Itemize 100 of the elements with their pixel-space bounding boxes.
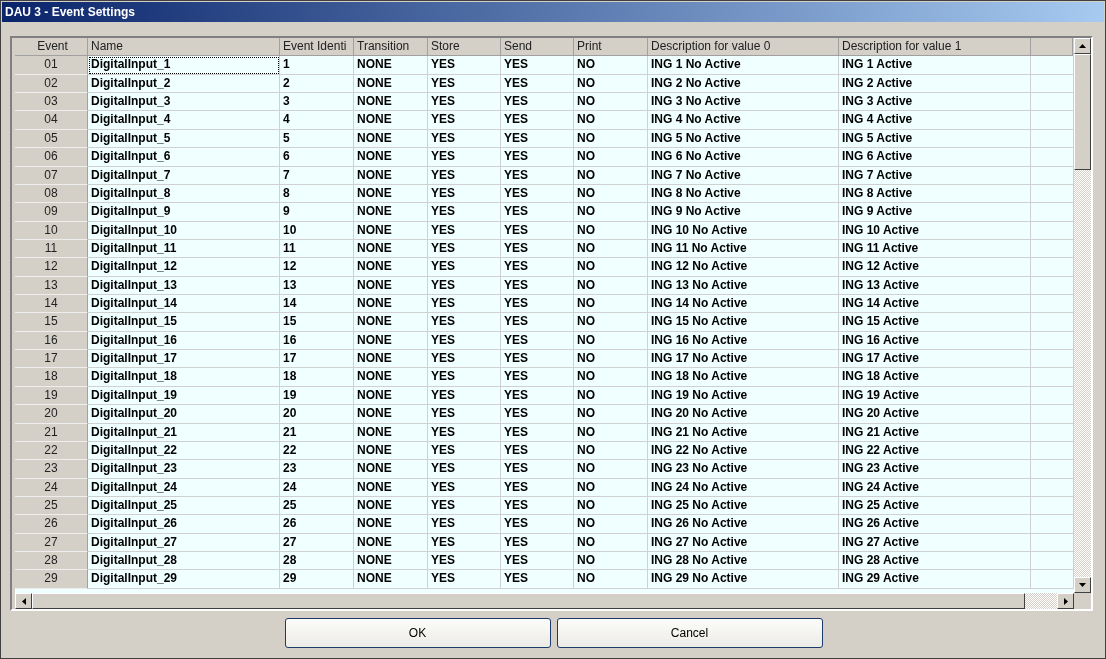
table-cell[interactable]: DigitalInput_20 [88, 405, 280, 424]
row-header-cell[interactable]: 15 [15, 313, 88, 332]
table-cell[interactable]: YES [501, 405, 574, 424]
table-cell[interactable]: YES [428, 93, 501, 112]
table-cell[interactable]: ING 4 Active [839, 111, 1031, 130]
table-cell[interactable]: NONE [354, 258, 428, 277]
table-cell[interactable]: YES [428, 405, 501, 424]
table-cell[interactable]: YES [501, 313, 574, 332]
table-cell[interactable]: 29 [280, 570, 354, 589]
row-header-cell[interactable]: 17 [15, 350, 88, 369]
table-cell[interactable]: NONE [354, 313, 428, 332]
table-cell[interactable]: NO [574, 552, 648, 571]
table-cell[interactable]: 12 [280, 258, 354, 277]
table-cell[interactable]: ING 3 Active [839, 93, 1031, 112]
table-cell[interactable]: YES [501, 203, 574, 222]
row-header-cell[interactable]: 09 [15, 203, 88, 222]
table-cell[interactable]: ING 15 No Active [648, 313, 839, 332]
table-cell[interactable]: YES [501, 570, 574, 589]
table-cell[interactable]: 20 [280, 405, 354, 424]
table-cell[interactable]: NO [574, 515, 648, 534]
table-cell[interactable]: ING 29 No Active [648, 570, 839, 589]
table-cell[interactable]: YES [501, 552, 574, 571]
table-cell[interactable]: YES [501, 148, 574, 167]
table-cell[interactable]: ING 23 No Active [648, 460, 839, 479]
table-cell[interactable]: YES [501, 515, 574, 534]
row-header-cell[interactable]: 12 [15, 258, 88, 277]
row-header-cell[interactable]: 04 [15, 111, 88, 130]
table-cell[interactable]: NONE [354, 56, 428, 75]
table-cell[interactable]: NONE [354, 203, 428, 222]
column-header[interactable]: Description for value 1 [839, 38, 1031, 57]
table-cell[interactable]: YES [428, 570, 501, 589]
table-cell[interactable]: 6 [280, 148, 354, 167]
table-cell[interactable]: YES [501, 111, 574, 130]
column-header[interactable]: Event Identi [280, 38, 354, 57]
table-cell[interactable]: YES [428, 368, 501, 387]
scroll-right-button[interactable] [1057, 593, 1074, 609]
scroll-thumb[interactable] [32, 593, 1025, 609]
table-cell[interactable]: 26 [280, 515, 354, 534]
table-cell[interactable]: NO [574, 111, 648, 130]
scroll-down-button[interactable] [1074, 577, 1091, 593]
table-cell[interactable]: NONE [354, 405, 428, 424]
row-header-cell[interactable]: 29 [15, 570, 88, 589]
table-cell[interactable]: DigitalInput_12 [88, 258, 280, 277]
table-cell[interactable]: YES [501, 258, 574, 277]
column-header[interactable]: Store [428, 38, 501, 57]
column-header[interactable]: Print [574, 38, 648, 57]
table-cell[interactable]: YES [501, 368, 574, 387]
table-cell[interactable]: 17 [280, 350, 354, 369]
table-cell[interactable]: DigitalInput_4 [88, 111, 280, 130]
table-cell[interactable]: YES [501, 56, 574, 75]
table-cell[interactable]: NONE [354, 368, 428, 387]
table-cell[interactable]: YES [428, 111, 501, 130]
table-cell[interactable]: NO [574, 295, 648, 314]
row-header-cell[interactable]: 01 [15, 56, 88, 75]
table-cell[interactable]: DigitalInput_14 [88, 295, 280, 314]
table-cell[interactable]: NONE [354, 515, 428, 534]
row-header-cell[interactable]: 03 [15, 93, 88, 112]
table-cell[interactable]: YES [501, 460, 574, 479]
cancel-button[interactable]: Cancel [556, 618, 823, 648]
table-cell[interactable]: DigitalInput_9 [88, 203, 280, 222]
table-cell[interactable]: NO [574, 258, 648, 277]
table-cell[interactable]: ING 26 No Active [648, 515, 839, 534]
table-cell[interactable]: ING 17 Active [839, 350, 1031, 369]
table-cell[interactable]: YES [428, 56, 501, 75]
ok-button[interactable]: OK [284, 618, 551, 648]
table-cell[interactable]: DigitalInput_1 [88, 56, 280, 75]
table-cell[interactable]: YES [501, 295, 574, 314]
table-cell[interactable]: NO [574, 368, 648, 387]
table-cell[interactable]: ING 28 No Active [648, 552, 839, 571]
table-cell[interactable]: ING 12 Active [839, 258, 1031, 277]
table-cell[interactable]: 1 [280, 56, 354, 75]
table-cell[interactable]: YES [501, 350, 574, 369]
table-cell[interactable]: DigitalInput_23 [88, 460, 280, 479]
table-cell[interactable]: ING 18 No Active [648, 368, 839, 387]
table-cell[interactable]: ING 18 Active [839, 368, 1031, 387]
table-cell[interactable]: ING 20 Active [839, 405, 1031, 424]
table-cell[interactable]: NONE [354, 148, 428, 167]
table-cell[interactable]: ING 17 No Active [648, 350, 839, 369]
table-cell[interactable]: DigitalInput_15 [88, 313, 280, 332]
column-header[interactable]: Description for value 0 [648, 38, 839, 57]
row-header-cell[interactable]: 28 [15, 552, 88, 571]
table-cell[interactable]: ING 14 No Active [648, 295, 839, 314]
table-cell[interactable]: ING 6 Active [839, 148, 1031, 167]
table-cell[interactable]: NO [574, 203, 648, 222]
table-cell[interactable]: DigitalInput_29 [88, 570, 280, 589]
scroll-up-button[interactable] [1074, 38, 1091, 54]
table-cell[interactable]: YES [428, 258, 501, 277]
table-cell[interactable]: DigitalInput_6 [88, 148, 280, 167]
column-header[interactable]: Name [88, 38, 280, 57]
table-cell[interactable]: YES [428, 552, 501, 571]
table-cell[interactable]: YES [428, 203, 501, 222]
table-cell[interactable]: NONE [354, 295, 428, 314]
table-cell[interactable]: ING 4 No Active [648, 111, 839, 130]
table-cell[interactable]: ING 12 No Active [648, 258, 839, 277]
row-header-cell[interactable]: 06 [15, 148, 88, 167]
table-cell[interactable]: NONE [354, 350, 428, 369]
table-cell[interactable]: NO [574, 93, 648, 112]
table-cell[interactable]: NO [574, 148, 648, 167]
table-cell[interactable]: ING 14 Active [839, 295, 1031, 314]
row-header-cell[interactable]: 18 [15, 368, 88, 387]
